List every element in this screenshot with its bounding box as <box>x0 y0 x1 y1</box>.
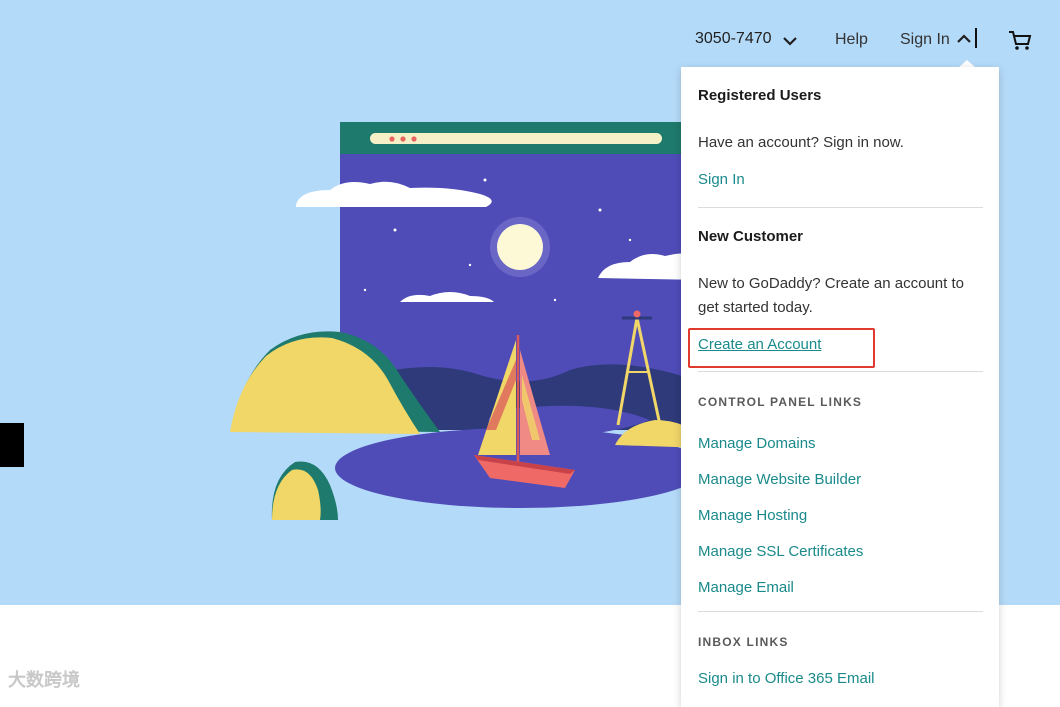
top-navigation: 3050-7470 Help Sign In <box>0 26 1060 56</box>
support-phone-number[interactable]: 3050-7470 <box>695 30 772 48</box>
control-panel-heading: CONTROL PANEL LINKS <box>698 395 863 409</box>
inbox-links-heading: INBOX LINKS <box>698 635 789 649</box>
cart-icon[interactable] <box>1008 30 1032 52</box>
create-account-highlight <box>688 328 875 368</box>
side-feedback-tab[interactable] <box>0 423 24 467</box>
illustration-star <box>468 263 472 267</box>
registered-users-heading: Registered Users <box>698 87 822 104</box>
illustration-window-dot <box>400 136 406 142</box>
new-customer-heading: New Customer <box>698 228 804 245</box>
illustration-star <box>628 238 632 242</box>
chevron-down-icon[interactable] <box>781 32 799 50</box>
divider <box>698 207 983 208</box>
illustration-tower-light <box>633 310 641 318</box>
chevron-up-icon[interactable] <box>955 30 973 48</box>
illustration-moon <box>497 224 543 270</box>
divider <box>698 371 983 372</box>
illustration-window-dot <box>389 136 395 142</box>
sign-in-link[interactable]: Sign In <box>698 171 745 188</box>
sign-in-dropdown: Registered Users Have an account? Sign i… <box>681 67 999 707</box>
divider <box>698 611 983 612</box>
illustration-window-dot <box>411 136 417 142</box>
manage-email-link[interactable]: Manage Email <box>698 579 794 596</box>
manage-ssl-certificates-link[interactable]: Manage SSL Certificates <box>698 543 863 560</box>
registered-users-text: Have an account? Sign in now. <box>698 134 904 151</box>
illustration-star <box>393 228 397 232</box>
manage-hosting-link[interactable]: Manage Hosting <box>698 507 807 524</box>
nav-divider <box>975 28 977 48</box>
manage-website-builder-link[interactable]: Manage Website Builder <box>698 471 861 488</box>
watermark-logo: 大数跨境 <box>8 670 80 690</box>
new-customer-text: New to GoDaddy? Create an account to get… <box>698 275 964 316</box>
help-link[interactable]: Help <box>835 31 868 49</box>
office365-email-link[interactable]: Sign in to Office 365 Email <box>698 670 874 687</box>
illustration-star <box>363 288 367 292</box>
manage-domains-link[interactable]: Manage Domains <box>698 435 816 452</box>
sign-in-menu-button[interactable]: Sign In <box>900 31 950 49</box>
illustration-star <box>598 208 602 212</box>
illustration-star <box>553 298 557 302</box>
illustration-star <box>483 178 487 182</box>
